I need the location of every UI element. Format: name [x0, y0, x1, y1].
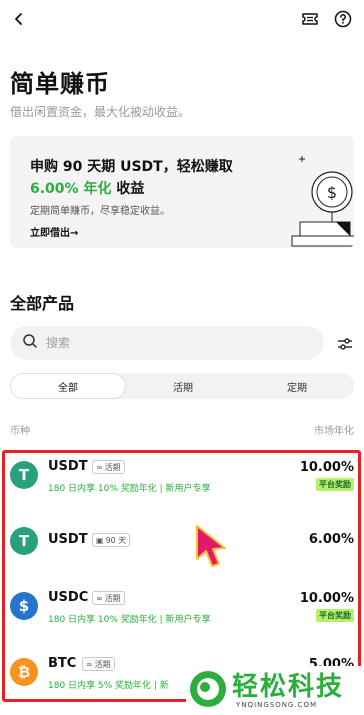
flexible-tag: ∞ 活期 — [92, 460, 125, 474]
flexible-tag: ∞ 活期 — [82, 657, 115, 671]
product-row-usdt-flexible[interactable]: T USDT ∞ 活期 180 日内享 10% 奖励年化 | 新用户专享 10.0… — [0, 455, 364, 515]
lend-now-link[interactable]: 立即借出→ — [30, 224, 78, 239]
filter-icon[interactable] — [334, 333, 356, 355]
column-header-coin: 币种 — [10, 426, 30, 437]
column-header-apy: 市场年化 — [314, 426, 354, 437]
bitcoin-icon: ₿ — [10, 658, 38, 686]
page-subtitle: 借出闲置资金，最大化被动收益。 — [10, 105, 191, 119]
product-row-usdc-flexible[interactable]: $ USDC ∞ 活期 180 日内享 10% 奖励年化 | 新用户专享 10.0… — [0, 586, 364, 646]
watermark-logo-icon — [190, 671, 226, 707]
calendar-icon: ▣ — [96, 535, 104, 545]
tether-icon: T — [10, 461, 38, 489]
tab-fixed[interactable]: 定期 — [240, 373, 354, 399]
tether-icon: T — [10, 527, 38, 555]
tag-label: 活期 — [104, 462, 121, 472]
apy-value: 10.00% — [299, 460, 354, 475]
promo-headline: 申购 90 天期 USDT，轻松赚取 — [30, 159, 233, 175]
cursor-arrow-icon — [196, 525, 226, 567]
promo-description: 定期简单赚币，尽享稳定收益。 — [30, 206, 170, 217]
tag-label: 90 天 — [105, 535, 127, 545]
page-title: 简单赚币 — [10, 70, 110, 98]
section-title: 全部产品 — [10, 294, 75, 313]
product-row-usdt-90d[interactable]: T USDT ▣ 90 天 6.00% — [0, 527, 364, 587]
search-input[interactable] — [46, 336, 306, 350]
tag-label: 活期 — [94, 659, 111, 669]
svg-text:$: $ — [327, 183, 337, 202]
promo-card[interactable]: 申购 90 天期 USDT，轻松赚取 6.00% 年化 收益 定期简单赚币，尽享… — [10, 136, 354, 248]
tab-all[interactable]: 全部 — [10, 373, 126, 399]
promo-apy-suffix: 收益 — [111, 181, 145, 197]
apy-value: 6.00% — [308, 532, 354, 547]
coin-name: BTC — [48, 656, 77, 671]
back-icon[interactable] — [8, 8, 30, 30]
promo-apy: 6.00% 年化 — [30, 181, 112, 197]
infinity-icon: ∞ — [86, 659, 93, 669]
tag-label: 活期 — [104, 593, 121, 603]
product-tabs: 全部 活期 定期 — [10, 373, 354, 399]
promo-apy-line: 6.00% 年化 收益 — [30, 178, 144, 198]
help-icon[interactable] — [332, 8, 354, 30]
top-bar — [0, 0, 364, 40]
term-tag: ▣ 90 天 — [92, 533, 131, 547]
search-box[interactable] — [10, 326, 324, 360]
promo-text: 180 日内享 5% 奖励年化 | 新 — [48, 681, 169, 691]
watermark-text: 轻松科技 — [232, 672, 345, 702]
order-history-icon[interactable] — [299, 8, 321, 30]
infinity-icon: ∞ — [96, 462, 103, 472]
flexible-tag: ∞ 活期 — [92, 591, 125, 605]
watermark: 轻松科技 YNQINGSONG.COM — [186, 666, 364, 715]
usdc-icon: $ — [10, 592, 38, 620]
promo-text: 180 日内享 10% 奖励年化 | 新用户专享 — [48, 615, 211, 625]
tab-flexible[interactable]: 活期 — [126, 373, 240, 399]
infinity-icon: ∞ — [96, 593, 103, 603]
platform-reward-badge: 平台奖励 — [316, 609, 354, 622]
promo-text: 180 日内享 10% 奖励年化 | 新用户专享 — [48, 484, 211, 494]
coin-name: USDC — [48, 590, 89, 605]
coin-name: USDT — [48, 532, 88, 547]
apy-value: 10.00% — [299, 591, 354, 606]
platform-reward-badge: 平台奖励 — [316, 478, 354, 491]
coin-name: USDT — [48, 459, 88, 474]
coin-illustration-icon: $ — [291, 156, 354, 247]
search-icon — [22, 333, 38, 353]
watermark-subtext: YNQINGSONG.COM — [236, 701, 318, 709]
